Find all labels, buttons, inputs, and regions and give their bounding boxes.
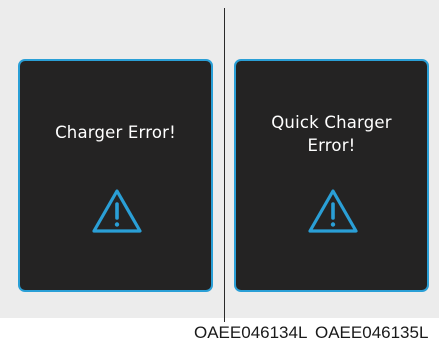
charger-error-message: Charger Error! [55, 123, 176, 142]
quick-charger-error-message: Quick Charger Error! [271, 113, 392, 155]
figure-code-right: OAEE046135L [315, 323, 429, 342]
charger-error-display: Charger Error! [18, 59, 213, 292]
figure-code-left: OAEE046134L [194, 323, 308, 342]
quick-charger-error-display: Quick Charger Error! [234, 59, 429, 292]
warning-triangle-icon [308, 189, 358, 233]
warning-triangle-icon [92, 189, 142, 233]
center-divider [224, 8, 225, 322]
